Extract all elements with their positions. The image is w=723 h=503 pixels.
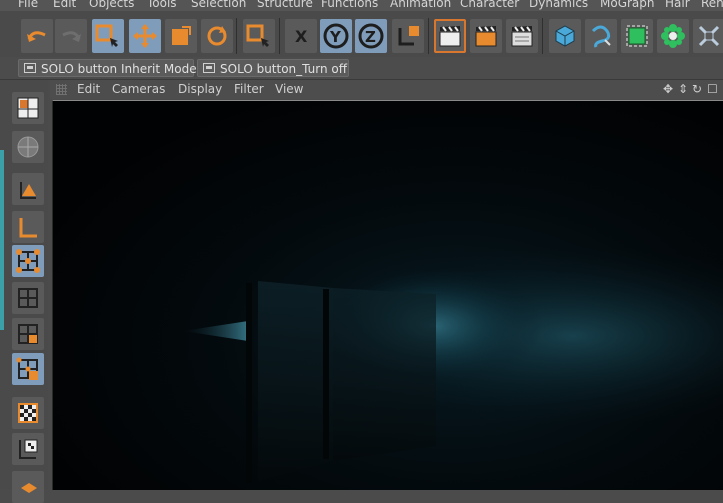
toolbar-separator (428, 18, 429, 54)
menu-objects[interactable]: Objects (89, 0, 134, 11)
globe-model-icon[interactable] (12, 131, 44, 163)
redo-icon[interactable] (55, 19, 87, 53)
uv-points-icon[interactable] (12, 353, 44, 385)
subdivision-surface-icon[interactable] (621, 19, 653, 53)
cloner-icon[interactable] (657, 19, 689, 53)
points-mode-icon[interactable] (12, 245, 44, 277)
live-selection-icon[interactable] (92, 19, 124, 53)
menu-selection[interactable]: Selection (191, 0, 246, 11)
solo-icon (203, 63, 215, 73)
spline-pen-icon[interactable] (585, 19, 617, 53)
svg-text:X: X (295, 27, 308, 46)
glass-panel-left (258, 281, 333, 481)
scale-icon[interactable] (165, 19, 197, 53)
menu-render[interactable]: Ren (701, 0, 723, 11)
z-axis-icon[interactable]: Z (355, 19, 387, 53)
toolbar-separator (236, 18, 237, 54)
svg-text:Y: Y (329, 28, 342, 46)
menu-structure[interactable]: Structure (257, 0, 313, 11)
palette-accent-strip (0, 150, 4, 330)
menu-functions[interactable]: Functions (321, 0, 378, 11)
pan-icon[interactable]: ✥ (663, 82, 673, 97)
viewport-menu-view[interactable]: View (275, 81, 303, 98)
solo-toolbar: SOLO button Inherit Mode SOLO button_Tur… (0, 57, 723, 80)
render-settings-icon[interactable] (506, 19, 538, 53)
dolly-icon[interactable]: ⇕ (678, 82, 688, 97)
grip-icon[interactable] (56, 84, 67, 95)
x-axis-icon[interactable]: X (285, 19, 317, 53)
viewport-menu-filter[interactable]: Filter (234, 81, 264, 98)
menu-tools[interactable]: Tools (147, 0, 177, 11)
light-cone (183, 321, 248, 341)
viewport-menu-edit[interactable]: Edit (77, 81, 100, 98)
coordinate-system-icon[interactable] (392, 19, 424, 53)
maximize-icon[interactable]: ☐ (707, 82, 718, 97)
render-picture-viewer-icon[interactable] (470, 19, 502, 53)
solo-inherit-mode-button[interactable]: SOLO button Inherit Mode (18, 59, 197, 77)
solo-inherit-mode-label: SOLO button Inherit Mode (41, 62, 197, 76)
viewport-scene (183, 246, 723, 483)
edges-mode-icon[interactable] (12, 282, 44, 314)
toolbar-separator (542, 18, 543, 54)
svg-text:Z: Z (365, 28, 376, 46)
cube-icon[interactable] (549, 19, 581, 53)
layout-icon[interactable] (12, 92, 44, 124)
object-axis-icon[interactable] (12, 173, 44, 205)
menu-dynamics[interactable]: Dynamics (529, 0, 588, 11)
menu-edit[interactable]: Edit (53, 0, 76, 11)
rotate-icon[interactable] (201, 19, 233, 53)
polygons-mode-icon[interactable] (12, 318, 44, 350)
viewport-menu-bar: Edit Cameras Display Filter View ✥ ⇕ ↻ ☐ (50, 80, 723, 99)
axis-tool-icon[interactable] (12, 211, 44, 243)
move-icon[interactable] (129, 19, 161, 53)
viewport-nav-icons: ✥ ⇕ ↻ ☐ (661, 82, 723, 97)
render-view-icon[interactable] (434, 19, 466, 53)
y-axis-icon[interactable]: Y (320, 19, 352, 53)
selection-tool-icon[interactable] (243, 19, 275, 53)
viewport-menu-display[interactable]: Display (178, 81, 222, 98)
viewport-menu-cameras[interactable]: Cameras (112, 81, 165, 98)
workplane-icon[interactable] (12, 433, 44, 465)
3d-viewport[interactable] (52, 100, 723, 490)
left-tool-palette (0, 80, 48, 503)
solo-turn-off-button[interactable]: SOLO button_Turn off (197, 59, 349, 77)
main-menu-bar: File Edit Objects Tools Selection Struct… (0, 0, 723, 11)
menu-character[interactable]: Character (460, 0, 519, 11)
solo-icon (24, 63, 36, 73)
spline-mode-icon[interactable] (12, 471, 44, 503)
main-toolbar: X Y Z (0, 11, 723, 57)
toolbar-separator (279, 18, 280, 54)
undo-icon[interactable] (21, 19, 53, 53)
glass-panel-right (333, 288, 436, 461)
solo-turn-off-label: SOLO button_Turn off (220, 62, 348, 76)
menu-animation[interactable]: Animation (390, 0, 451, 11)
menu-mograph[interactable]: MoGraph (600, 0, 655, 11)
orbit-icon[interactable]: ↻ (692, 82, 702, 97)
menu-file[interactable]: File (18, 0, 38, 11)
texture-mode-icon[interactable] (12, 397, 44, 429)
deformer-icon[interactable] (693, 19, 723, 53)
menu-hair[interactable]: Hair (665, 0, 690, 11)
